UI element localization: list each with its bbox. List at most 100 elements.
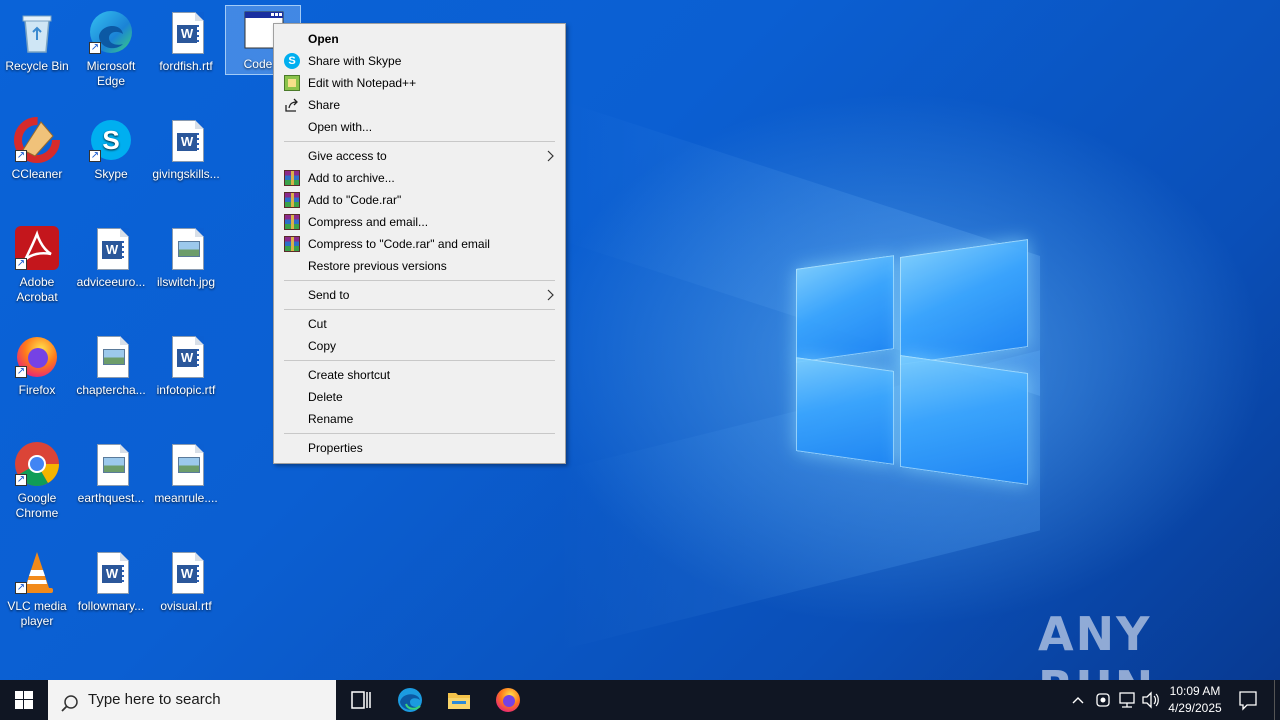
document-shape: W (97, 228, 129, 270)
winrar-icon (284, 170, 300, 186)
anyrun-watermark: ANY RUN (1038, 607, 1153, 680)
file-explorer-icon (448, 693, 470, 709)
menu-item-delete[interactable]: Delete (274, 386, 565, 408)
menu-item-label: Properties (308, 441, 363, 455)
icon-label: ovisual.rtf (160, 599, 212, 613)
desktop-icon-ccleaner[interactable]: ↗ CCleaner (0, 116, 74, 182)
desktop-icon-recycle-bin[interactable]: Recycle Bin (0, 8, 74, 74)
menu-item-restore-previous-versions[interactable]: Restore previous versions (274, 255, 565, 277)
icon-label: Skype (94, 167, 128, 181)
menu-item-label: Cut (308, 317, 327, 331)
firefox-icon: ↗ (13, 332, 61, 380)
logo-pane (900, 239, 1028, 365)
show-desktop-button[interactable] (1274, 680, 1280, 720)
menu-item-compress-to-code-rar-and-email[interactable]: Compress to "Code.rar" and email (274, 233, 565, 255)
menu-item-add-to-archive[interactable]: Add to archive... (274, 167, 565, 189)
desktop-icon-fordfish[interactable]: W fordfish.rtf (149, 8, 223, 74)
taskbar-file-explorer-button[interactable] (435, 680, 483, 720)
desktop-icon-chaptercha[interactable]: chapterchа... (74, 332, 148, 398)
menu-separator (284, 141, 555, 142)
desktop-icon-infotopic[interactable]: W infotopic.rtf (149, 332, 223, 398)
winrar-icon (284, 214, 300, 230)
image-file-icon (162, 224, 210, 272)
desktop-icon-adobe-acrobat[interactable]: ↗ Adobe Acrobat (0, 224, 74, 305)
menu-item-label: Share (308, 98, 341, 112)
desktop-icon-givingskills[interactable]: W givingskills... (149, 116, 223, 182)
menu-item-label: Open with... (308, 120, 373, 134)
icon-label: Google Chrome (15, 491, 59, 520)
menu-item-create-shortcut[interactable]: Create shortcut (274, 364, 565, 386)
task-view-icon (351, 691, 371, 709)
menu-separator (284, 360, 555, 361)
icon-label: meanrule.... (154, 491, 218, 505)
document-shape (97, 444, 129, 486)
menu-item-label: Create shortcut (308, 368, 391, 382)
volume-icon[interactable] (1140, 680, 1162, 720)
menu-item-compress-and-email[interactable]: Compress and email... (274, 211, 565, 233)
menu-item-send-to[interactable]: Send to (274, 284, 565, 306)
menu-item-properties[interactable]: Properties (274, 437, 565, 459)
document-shape: W (172, 120, 204, 162)
icon-label: Microsoft Edge (86, 59, 136, 88)
task-view-button[interactable] (336, 680, 384, 720)
taskbar-firefox-button[interactable] (484, 680, 532, 720)
menu-separator (284, 280, 555, 281)
desktop-icon-google-chrome[interactable]: ↗ Google Chrome (0, 440, 74, 521)
tray-overflow-chevron-icon[interactable] (1068, 680, 1088, 720)
menu-item-share[interactable]: Share (274, 94, 565, 116)
shortcut-arrow-icon: ↗ (15, 258, 27, 270)
image-file-icon (87, 332, 135, 380)
menu-item-edit-with-notepadpp[interactable]: Edit with Notepad++ (274, 72, 565, 94)
menu-item-add-to-code-rar[interactable]: Add to "Code.rar" (274, 189, 565, 211)
desktop-icon-ovisual[interactable]: W ovisual.rtf (149, 548, 223, 614)
menu-item-open-with[interactable]: Open with... (274, 116, 565, 138)
logo-pane (796, 255, 894, 363)
winrar-icon (284, 192, 300, 208)
image-file-icon (162, 440, 210, 488)
svg-text:S: S (102, 125, 119, 155)
icon-label: VLC media player (7, 599, 67, 628)
menu-item-share-with-skype[interactable]: S Share with Skype (274, 50, 565, 72)
notepadpp-icon (284, 75, 300, 91)
notification-center-icon[interactable] (1236, 680, 1260, 720)
desktop-icon-followmary[interactable]: W followmary... (74, 548, 148, 614)
desktop-icon-vlc[interactable]: ↗ VLC media player (0, 548, 74, 629)
word-document-icon: W (87, 548, 135, 596)
menu-item-cut[interactable]: Cut (274, 313, 565, 335)
desktop-icon-ilswitch[interactable]: ilswitch.jpg (149, 224, 223, 290)
desktop-icon-adviceeuro[interactable]: W adviceeuro... (74, 224, 148, 290)
icon-label: adviceeuro... (76, 275, 146, 289)
desktop[interactable]: Recycle Bin ↗ CCleaner ↗ Adobe Acrobat ↗… (0, 0, 1280, 680)
word-document-icon: W (162, 116, 210, 164)
taskbar-edge-button[interactable] (386, 680, 434, 720)
shortcut-arrow-icon: ↗ (89, 150, 101, 162)
edge-icon (398, 688, 422, 712)
menu-item-copy[interactable]: Copy (274, 335, 565, 357)
start-button[interactable] (0, 680, 48, 720)
ccleaner-icon: ↗ (13, 116, 61, 164)
shortcut-arrow-icon: ↗ (15, 474, 27, 486)
desktop-icon-earthquest[interactable]: earthquest... (74, 440, 148, 506)
tray-app-icon[interactable] (1092, 680, 1114, 720)
image-file-icon (87, 440, 135, 488)
menu-item-label: Add to archive... (308, 171, 395, 185)
menu-item-label: Add to "Code.rar" (308, 193, 402, 207)
recycle-bin-icon (13, 8, 61, 56)
menu-item-rename[interactable]: Rename (274, 408, 565, 430)
desktop-icon-firefox[interactable]: ↗ Firefox (0, 332, 74, 398)
network-icon[interactable] (1116, 680, 1138, 720)
google-chrome-icon: ↗ (13, 440, 61, 488)
menu-item-give-access-to[interactable]: Give access to (274, 145, 565, 167)
menu-item-label: Copy (308, 339, 337, 353)
desktop-icon-meanrule[interactable]: meanrule.... (149, 440, 223, 506)
menu-item-label: Rename (308, 412, 354, 426)
desktop-icon-microsoft-edge[interactable]: ↗ Microsoft Edge (74, 8, 148, 89)
icon-label: fordfish.rtf (159, 59, 213, 73)
taskbar: Type here to search 10:09 AM 4/29/2025 (0, 680, 1280, 720)
taskbar-clock[interactable]: 10:09 AM 4/29/2025 (1160, 683, 1230, 717)
menu-item-open[interactable]: Open (274, 28, 565, 50)
menu-item-label: Delete (308, 390, 343, 404)
clock-date: 4/29/2025 (1168, 701, 1222, 715)
desktop-icon-skype[interactable]: S ↗ Skype (74, 116, 148, 182)
taskbar-search-box[interactable]: Type here to search (48, 680, 336, 720)
